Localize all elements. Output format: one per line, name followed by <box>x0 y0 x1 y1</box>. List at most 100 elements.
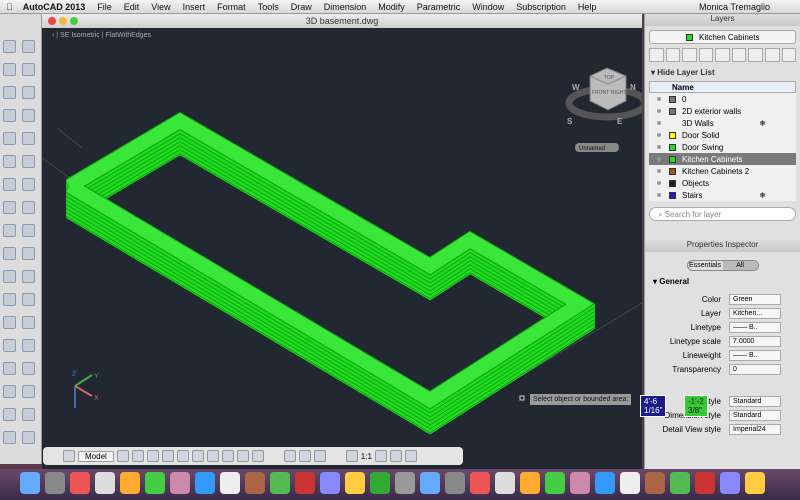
layer-color-swatch[interactable] <box>669 131 676 139</box>
draw-tool-icon[interactable] <box>3 362 16 375</box>
ortho-icon[interactable] <box>161 450 174 462</box>
zoom-button[interactable] <box>70 17 78 25</box>
auto-scale-icon[interactable] <box>389 450 402 462</box>
visibility-icon[interactable] <box>657 169 661 173</box>
infer-constraints-icon[interactable] <box>116 450 129 462</box>
zoom-icon[interactable] <box>298 450 311 462</box>
essentials-tab[interactable]: Essentials <box>688 261 723 270</box>
menu-parametric[interactable]: Parametric <box>417 2 461 12</box>
draw-tool-icon[interactable] <box>22 408 35 421</box>
draw-tool-icon[interactable] <box>3 109 16 122</box>
visibility-icon[interactable] <box>657 181 661 185</box>
annotation-visibility-icon[interactable] <box>374 450 387 462</box>
layer-color-swatch[interactable] <box>669 191 676 199</box>
dock-app-icon[interactable] <box>670 472 690 494</box>
layer-tool-icon[interactable] <box>682 48 697 62</box>
dock-app-icon[interactable] <box>120 472 140 494</box>
layer-tool-icon[interactable] <box>764 48 780 62</box>
dock-app-icon[interactable] <box>20 472 40 494</box>
draw-tool-icon[interactable] <box>3 224 16 237</box>
layer-tool-icon[interactable] <box>748 48 763 62</box>
draw-tool-icon[interactable] <box>3 339 16 352</box>
menu-draw[interactable]: Draw <box>291 2 312 12</box>
dock-app-icon[interactable] <box>620 472 640 494</box>
dock-app-icon[interactable] <box>395 472 415 494</box>
layer-color-swatch[interactable] <box>669 143 676 151</box>
dock-app-icon[interactable] <box>720 472 740 494</box>
draw-tool-icon[interactable] <box>22 109 35 122</box>
draw-tool-icon[interactable] <box>3 385 16 398</box>
layer-color-swatch[interactable] <box>669 155 676 163</box>
menu-subscription[interactable]: Subscription <box>516 2 566 12</box>
draw-tool-icon[interactable] <box>3 40 16 53</box>
draw-tool-icon[interactable] <box>3 316 16 329</box>
dock-app-icon[interactable] <box>195 472 215 494</box>
viewcube-right[interactable]: RIGHT <box>611 90 627 96</box>
property-value[interactable]: —— B.. <box>729 321 781 333</box>
layer-row[interactable]: Door Solid <box>649 129 796 141</box>
property-value[interactable]: —— B.. <box>729 349 781 361</box>
dock-app-icon[interactable] <box>295 472 315 494</box>
draw-tool-icon[interactable] <box>22 201 35 214</box>
layer-row[interactable]: Objects <box>649 177 796 189</box>
dock-app-icon[interactable] <box>220 472 240 494</box>
snap-icon[interactable] <box>131 450 144 462</box>
dock-app-icon[interactable] <box>45 472 65 494</box>
freeze-icon[interactable]: ❄ <box>759 119 766 128</box>
fullscreen-icon[interactable] <box>404 450 417 462</box>
visibility-icon[interactable] <box>657 121 661 125</box>
dynamic-input-icon[interactable] <box>221 450 234 462</box>
dock-app-icon[interactable] <box>70 472 90 494</box>
layer-row[interactable]: 0 <box>649 93 796 105</box>
layer-tool-icon[interactable] <box>649 48 664 62</box>
layer-tool-icon[interactable] <box>698 48 714 62</box>
draw-tool-icon[interactable] <box>3 201 16 214</box>
layer-search-input[interactable]: ⌕ Search for layer <box>649 207 796 221</box>
viewcube-top[interactable]: TOP <box>604 75 615 81</box>
viewcube-front[interactable]: FRONT <box>592 90 609 96</box>
model-tab-button[interactable]: Model <box>78 450 114 462</box>
minimize-button[interactable] <box>59 17 67 25</box>
visual-style-label[interactable]: FlatWithEdges <box>105 32 151 39</box>
dynamic-ucs-icon[interactable] <box>206 450 219 462</box>
dock-app-icon[interactable] <box>470 472 490 494</box>
draw-tool-icon[interactable] <box>3 431 16 444</box>
polar-icon[interactable] <box>176 450 189 462</box>
layer-row[interactable]: 3D Walls ❄ <box>649 117 796 129</box>
draw-tool-icon[interactable] <box>22 40 35 53</box>
orbit-icon[interactable] <box>313 450 326 462</box>
visibility-icon[interactable] <box>657 145 661 149</box>
layout-icon[interactable] <box>63 450 75 462</box>
visibility-icon[interactable] <box>657 157 661 161</box>
dock-app-icon[interactable] <box>745 472 765 494</box>
layer-color-swatch[interactable] <box>669 107 676 115</box>
layer-row[interactable]: Kitchen Cabinets <box>649 153 796 165</box>
layer-tool-icon[interactable] <box>731 48 747 62</box>
draw-tool-icon[interactable] <box>22 224 35 237</box>
draw-tool-icon[interactable] <box>22 178 35 191</box>
draw-tool-icon[interactable] <box>22 316 35 329</box>
menu-view[interactable]: View <box>151 2 170 12</box>
draw-tool-icon[interactable] <box>22 63 35 76</box>
layer-row[interactable]: 2D exterior walls <box>649 105 796 117</box>
property-value[interactable]: Green <box>729 293 781 305</box>
dock-app-icon[interactable] <box>645 472 665 494</box>
dock-app-icon[interactable] <box>695 472 715 494</box>
draw-tool-icon[interactable] <box>22 247 35 260</box>
visibility-icon[interactable] <box>657 133 661 137</box>
draw-tool-icon[interactable] <box>3 270 16 283</box>
menu-format[interactable]: Format <box>217 2 246 12</box>
dock-app-icon[interactable] <box>370 472 390 494</box>
viewcube[interactable]: TOP FRONT RIGHT W N S E Unnamed <box>565 67 642 152</box>
draw-tool-icon[interactable] <box>3 247 16 260</box>
dock-app-icon[interactable] <box>270 472 290 494</box>
hide-layer-list-toggle[interactable]: ▾ Hide Layer List <box>651 68 794 77</box>
layer-color-swatch[interactable] <box>669 120 676 127</box>
property-value[interactable]: Imperial24 <box>729 423 781 435</box>
menu-insert[interactable]: Insert <box>183 2 206 12</box>
layer-color-swatch[interactable] <box>669 167 676 175</box>
property-value[interactable]: 7.0000 <box>729 335 781 347</box>
menu-dimension[interactable]: Dimension <box>324 2 367 12</box>
annotation-scale[interactable]: 1:1 <box>361 452 372 461</box>
dock-app-icon[interactable] <box>320 472 340 494</box>
